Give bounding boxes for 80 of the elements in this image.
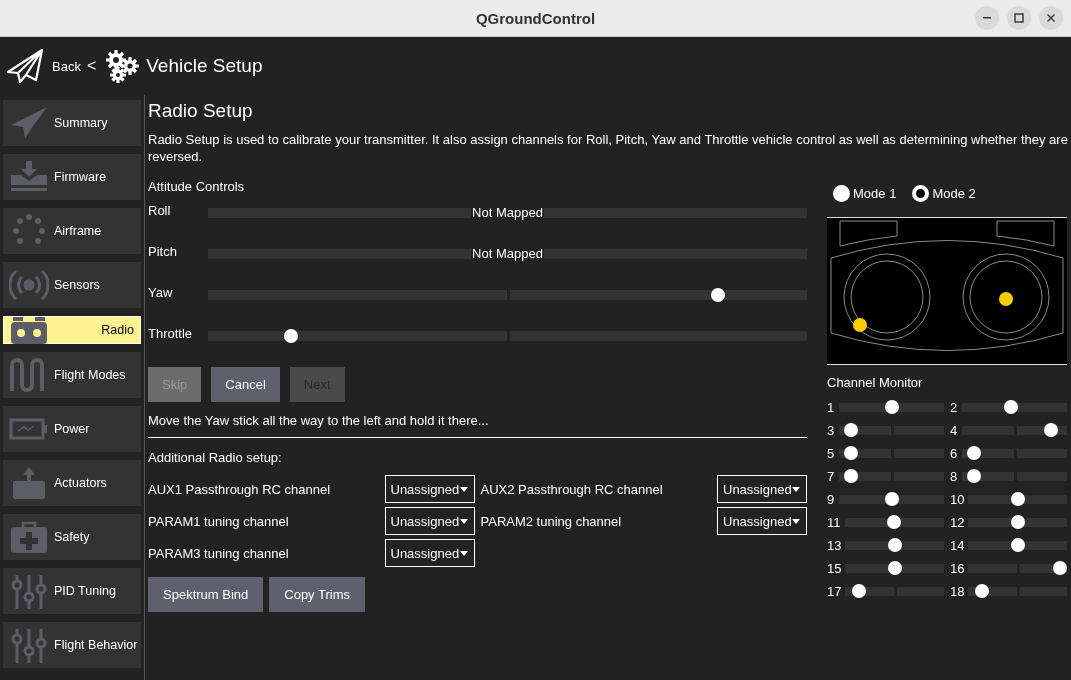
section-heading: Channel Monitor [827, 375, 924, 390]
action-button[interactable]: Copy Trims [269, 577, 365, 612]
action-button[interactable]: Spektrum Bind [148, 577, 264, 612]
close-icon [1046, 13, 1056, 23]
breadcrumb-separator: < [86, 57, 97, 75]
description-text: Radio Setup is used to calibrate your transmitter. It also assign channels for Roll, Pitch, Yaw and Throttle vehicle control as well as determining whether they are reversed. [148, 131, 1069, 165]
minimize-icon [983, 17, 991, 19]
control-label: Roll [148, 203, 172, 218]
instruction-text: Move the Yaw stick all the way to the left and hold it there... [148, 413, 490, 428]
option-label: PARAM1 tuning channel [148, 513, 290, 529]
status-text: Not Mapped [471, 247, 544, 261]
channel-number: 16 [950, 560, 965, 576]
maximize-icon [1014, 13, 1024, 23]
signal-icon [9, 267, 49, 303]
channel-number: 4 [950, 422, 958, 438]
channel-dropdown[interactable]: Unassigned [384, 475, 475, 503]
sidebar-item[interactable]: Power [3, 406, 141, 452]
control-label: Throttle [148, 326, 194, 341]
channel-number: 7 [827, 468, 835, 484]
option-label: PARAM2 tuning channel [480, 513, 623, 529]
mode-radio[interactable]: Mode 2 [912, 185, 976, 202]
control-label: Pitch [148, 244, 178, 259]
sidebar-item[interactable]: Flight Behavior [3, 622, 141, 668]
caret-icon [459, 550, 468, 556]
section-title: Radio Setup [148, 100, 254, 123]
channel-number: 5 [827, 445, 835, 461]
wizard-button[interactable]: Cancel [211, 367, 280, 402]
channel-number: 6 [950, 445, 958, 461]
first-aid-kit-icon [9, 519, 49, 555]
option-label: AUX1 Passthrough RC channel [148, 481, 332, 497]
control-label: Yaw [148, 285, 174, 300]
close-button[interactable] [1039, 6, 1063, 30]
paper-plane-icon [9, 105, 49, 141]
channel-dropdown[interactable]: Unassigned [717, 507, 807, 535]
minimize-button[interactable] [975, 6, 999, 30]
radio-button[interactable] [912, 185, 930, 202]
radio-button[interactable] [833, 185, 850, 202]
option-label: AUX2 Passthrough RC channel [480, 481, 664, 497]
sidebar-item[interactable]: Summary [3, 100, 141, 146]
channel-number: 12 [950, 514, 965, 530]
caret-icon [459, 518, 468, 524]
section-heading: Attitude Controls [148, 179, 246, 194]
section-heading: Additional Radio setup: [148, 450, 283, 465]
option-label: PARAM3 tuning channel [148, 545, 290, 561]
channel-number: 14 [950, 537, 965, 553]
channel-number: 3 [827, 422, 835, 438]
caret-icon [792, 486, 800, 492]
channel-number: 15 [827, 560, 842, 576]
sidebar-item[interactable]: Airframe [3, 208, 141, 254]
caret-icon [792, 518, 800, 524]
channel-number: 11 [827, 514, 841, 530]
channel-number: 10 [950, 491, 965, 507]
channel-number: 18 [950, 583, 965, 599]
gears-icon [104, 48, 141, 84]
paper-plane-icon[interactable] [6, 48, 44, 84]
caret-icon [459, 486, 468, 492]
channel-number: 2 [950, 399, 958, 415]
sidebar-item[interactable]: Flight Modes [3, 352, 141, 398]
sidebar-item[interactable]: Actuators [3, 460, 141, 506]
channel-number: 17 [827, 583, 842, 599]
page-title: Vehicle Setup [146, 55, 263, 77]
sidebar-item[interactable]: PID Tuning [3, 568, 141, 614]
channel-dropdown[interactable]: Unassigned [384, 539, 475, 567]
channel-number: 9 [827, 491, 835, 507]
sidebar-item[interactable]: Firmware [3, 154, 141, 200]
sidebar-item[interactable]: Safety [3, 514, 141, 560]
maximize-button[interactable] [1007, 6, 1031, 30]
sidebar-item[interactable]: Sensors [3, 262, 141, 308]
sliders-icon [9, 573, 49, 609]
channel-dropdown[interactable]: Unassigned [384, 507, 475, 535]
sidebar-item[interactable]: Radio [3, 316, 141, 344]
channel-dropdown[interactable]: Unassigned [717, 475, 807, 503]
channel-number: 8 [950, 468, 958, 484]
sliders-icon [9, 627, 49, 663]
channel-number: 13 [827, 537, 842, 553]
mode-radio[interactable]: Mode 1 [833, 185, 897, 202]
window-title: QGroundControl [475, 9, 596, 27]
status-text: Not Mapped [471, 206, 544, 220]
back-link[interactable]: Back [52, 58, 81, 74]
channel-number: 1 [827, 399, 835, 415]
